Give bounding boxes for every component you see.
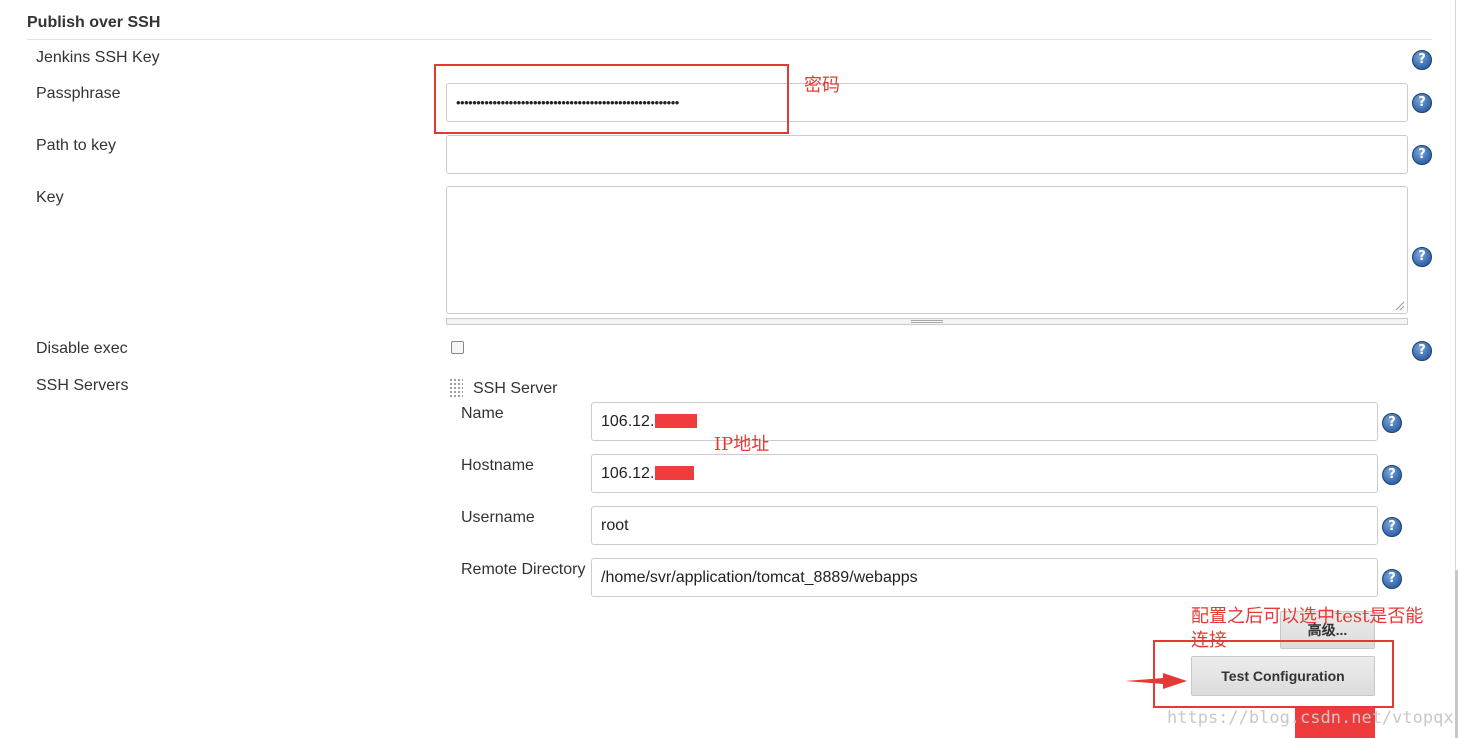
username-label: Username [461,509,535,526]
path-to-key-input[interactable] [446,135,1408,174]
section-divider [27,39,1432,40]
passphrase-label: Passphrase [36,85,121,102]
redaction-mark [655,414,697,428]
section-title: Publish over SSH [27,14,161,31]
passphrase-highlight-box [434,64,789,134]
arrow-right-icon [1125,673,1187,689]
grip-icon [911,320,943,323]
hostname-label: Hostname [461,457,534,474]
server-name-label: Name [461,405,504,422]
ssh-servers-label: SSH Servers [36,377,129,394]
key-label: Key [36,189,64,206]
help-icon[interactable]: ? [1412,341,1432,361]
test-button-highlight-box [1153,640,1394,708]
username-input[interactable]: root [591,506,1378,545]
disable-exec-label: Disable exec [36,340,128,357]
test-note-annotation-line1: 配置之后可以选中test是否能 [1191,606,1424,627]
redaction-mark [655,466,694,480]
path-to-key-label: Path to key [36,137,117,154]
ssh-server-header: SSH Server [473,380,558,397]
help-icon[interactable]: ? [1382,413,1402,433]
watermark: https://blog.csdn.net/vtopqx [1167,708,1454,728]
key-textarea[interactable] [446,186,1408,314]
help-icon[interactable]: ? [1412,247,1432,267]
help-icon[interactable]: ? [1382,465,1402,485]
hostname-input[interactable]: 106.12. [591,454,1378,493]
ip-address-annotation: IP地址 [714,434,770,455]
remote-directory-input[interactable]: /home/svr/application/tomcat_8889/webapp… [591,558,1378,597]
server-name-value: 106.12. [601,412,655,430]
hostname-value: 106.12. [601,464,655,482]
username-value: root [601,516,629,534]
textarea-expand-handle[interactable] [446,318,1408,325]
help-icon[interactable]: ? [1382,569,1402,589]
server-name-input[interactable]: 106.12. [591,402,1378,441]
disable-exec-checkbox[interactable] [451,341,464,354]
help-icon[interactable]: ? [1412,50,1432,70]
jenkins-ssh-key-label: Jenkins SSH Key [36,49,160,66]
remote-directory-label: Remote Directory [461,561,586,578]
help-icon[interactable]: ? [1382,517,1402,537]
help-icon[interactable]: ? [1412,145,1432,165]
remote-directory-value: /home/svr/application/tomcat_8889/webapp… [601,568,918,586]
resize-handle-icon[interactable] [1395,301,1405,311]
password-annotation: 密码 [804,75,840,96]
drag-handle-icon[interactable] [449,378,463,398]
help-icon[interactable]: ? [1412,93,1432,113]
